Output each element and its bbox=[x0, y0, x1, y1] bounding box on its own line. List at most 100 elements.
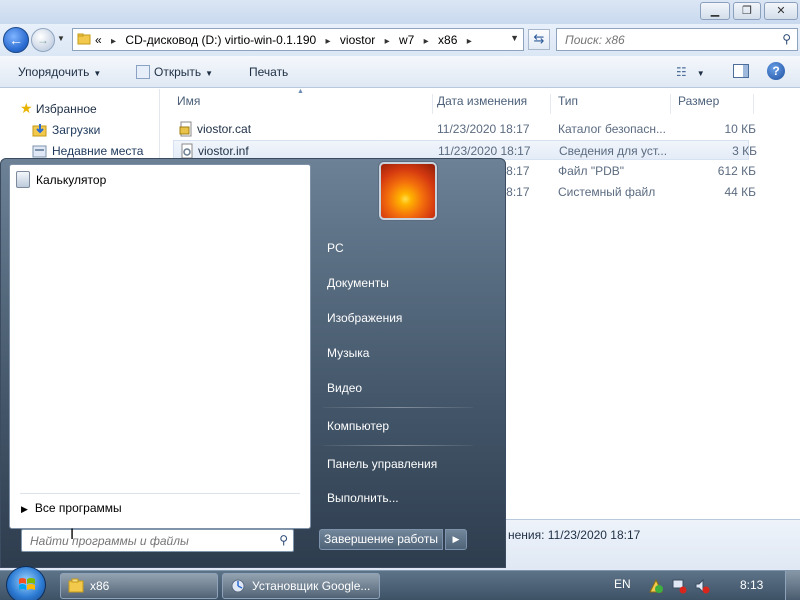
user-picture[interactable] bbox=[379, 162, 437, 220]
table-row[interactable]: viostor.inf 11/23/2020 18:17 Сведения дл… bbox=[173, 140, 757, 160]
start-link-computer[interactable]: Компьютер bbox=[327, 419, 389, 433]
chevron-right-icon[interactable]: ▸ bbox=[326, 36, 331, 47]
folder-icon bbox=[68, 578, 84, 593]
windows-flag-icon bbox=[19, 578, 35, 590]
open-icon bbox=[136, 65, 150, 79]
program-label: Калькулятор bbox=[36, 173, 107, 187]
help-icon[interactable]: ? bbox=[767, 62, 785, 80]
nav-item-recent-places[interactable]: Недавние места bbox=[32, 143, 143, 159]
close-button[interactable]: ✕ bbox=[764, 2, 798, 20]
star-icon: ★ bbox=[20, 100, 33, 116]
column-header-type[interactable]: Тип bbox=[554, 94, 671, 114]
catalog-file-icon bbox=[179, 121, 192, 137]
file-date: 11/23/2020 18:17 bbox=[437, 122, 530, 136]
file-name: viostor.inf bbox=[198, 144, 249, 158]
start-search-box[interactable]: ⚲ bbox=[21, 529, 294, 552]
file-type: Файл "PDB" bbox=[558, 164, 625, 178]
print-button[interactable]: Печать bbox=[249, 65, 288, 79]
table-row[interactable]: viostor.cat 11/23/2020 18:17 Каталог без… bbox=[173, 119, 756, 139]
volume-muted-icon[interactable] bbox=[694, 578, 710, 594]
start-link-control-panel[interactable]: Панель управления bbox=[327, 457, 437, 471]
start-button[interactable] bbox=[6, 566, 46, 600]
start-link-documents[interactable]: Документы bbox=[327, 276, 389, 290]
refresh-button[interactable]: ⇆ bbox=[528, 29, 550, 50]
setup-info-file-icon bbox=[181, 143, 193, 159]
file-size: 612 КБ bbox=[717, 164, 756, 178]
file-date: 11/23/2020 18:17 bbox=[438, 144, 531, 158]
installer-icon bbox=[231, 579, 245, 593]
file-size: 44 КБ bbox=[724, 185, 756, 199]
back-arrow-icon: ← bbox=[9, 32, 23, 48]
triangle-right-icon: ▶ bbox=[21, 504, 28, 514]
column-header-size[interactable]: Размер bbox=[674, 94, 754, 114]
start-menu: Калькулятор ▶ Все программы ⚲ PC Документ… bbox=[0, 158, 506, 568]
chevron-down-icon[interactable]: ▼ bbox=[510, 33, 519, 43]
chevron-right-icon[interactable]: ▸ bbox=[467, 36, 472, 47]
maximize-button[interactable]: ❐ bbox=[733, 2, 761, 20]
show-desktop-button[interactable] bbox=[785, 571, 800, 600]
search-input[interactable] bbox=[565, 30, 775, 49]
file-type: Системный файл bbox=[558, 185, 656, 199]
network-icon[interactable] bbox=[671, 578, 687, 594]
views-icon: ☷ bbox=[676, 65, 687, 79]
minimize-icon: ▁ bbox=[710, 4, 720, 17]
all-programs-label: Все программы bbox=[34, 501, 122, 515]
shutdown-button[interactable]: Завершение работы bbox=[319, 529, 443, 550]
all-programs-button[interactable]: ▶ Все программы bbox=[21, 501, 122, 515]
restore-icon: ❐ bbox=[742, 4, 752, 17]
action-center-icon[interactable] bbox=[648, 578, 664, 594]
start-search-input[interactable] bbox=[30, 531, 270, 550]
column-header-date[interactable]: Дата изменения bbox=[433, 94, 551, 114]
recent-pages-dropdown[interactable]: ▼ bbox=[57, 34, 67, 44]
taskbar-item-explorer[interactable]: x86 bbox=[60, 573, 218, 599]
program-item-calculator[interactable]: Калькулятор bbox=[16, 171, 106, 188]
nav-item-favorites[interactable]: ★ Избранное bbox=[20, 100, 97, 117]
downloads-folder-icon bbox=[32, 124, 47, 137]
start-link-pictures[interactable]: Изображения bbox=[327, 311, 402, 325]
breadcrumb-item[interactable]: viostor bbox=[340, 33, 375, 47]
search-box[interactable]: ⚲ bbox=[556, 28, 798, 51]
taskbar-item-label: x86 bbox=[90, 579, 110, 593]
start-link-video[interactable]: Видео bbox=[327, 381, 362, 395]
search-icon[interactable]: ⚲ bbox=[279, 533, 288, 547]
file-name: viostor.cat bbox=[197, 122, 252, 136]
triangle-right-icon: ▶ bbox=[452, 534, 460, 544]
forward-button[interactable]: → bbox=[31, 28, 55, 52]
address-bar[interactable]: « ▸ CD-дисковод (D:) virtio-win-0.1.190 … bbox=[72, 28, 524, 51]
minimize-button[interactable]: ▁ bbox=[700, 2, 730, 20]
language-indicator[interactable]: EN bbox=[614, 577, 631, 591]
chevron-right-icon[interactable]: ▸ bbox=[385, 36, 390, 47]
print-label: Печать bbox=[249, 65, 289, 79]
organize-button[interactable]: Упорядочить ▼ bbox=[18, 65, 101, 79]
views-button[interactable]: ☷ ▼ bbox=[676, 65, 705, 79]
file-size: 10 КБ bbox=[724, 122, 756, 136]
chevron-down-icon: ▼ bbox=[93, 69, 102, 78]
text-cursor-icon: I bbox=[70, 527, 75, 543]
column-header-name[interactable]: Имя bbox=[173, 94, 433, 114]
clock[interactable]: 8:13 bbox=[740, 578, 763, 592]
chevron-right-icon[interactable]: ▸ bbox=[111, 36, 116, 47]
nav-item-downloads[interactable]: Загрузки bbox=[32, 122, 100, 138]
search-icon[interactable]: ⚲ bbox=[782, 32, 791, 46]
nav-item-label: Избранное bbox=[35, 102, 97, 116]
details-modified-date: нения: 11/23/2020 18:17 bbox=[508, 528, 641, 542]
breadcrumb-overflow[interactable]: « bbox=[95, 33, 102, 47]
command-bar: Упорядочить ▼ Открыть ▼ Печать ☷ ▼ ? bbox=[0, 56, 800, 88]
taskbar: x86 Установщик Google... EN 8:13 bbox=[0, 566, 800, 600]
taskbar-item-installer[interactable]: Установщик Google... bbox=[222, 573, 380, 599]
start-link-pc[interactable]: PC bbox=[327, 241, 344, 255]
open-button[interactable]: Открыть ▼ bbox=[136, 65, 213, 79]
preview-pane-icon[interactable] bbox=[733, 64, 749, 78]
breadcrumb-item[interactable]: w7 bbox=[399, 33, 414, 47]
chevron-right-icon[interactable]: ▸ bbox=[424, 36, 429, 47]
breadcrumb-item[interactable]: x86 bbox=[438, 33, 457, 47]
shutdown-options-button[interactable]: ▶ bbox=[445, 529, 467, 550]
back-button[interactable]: ← bbox=[3, 27, 29, 53]
close-icon: ✕ bbox=[776, 4, 786, 17]
start-link-music[interactable]: Музыка bbox=[327, 346, 369, 360]
breadcrumb: « ▸ CD-дисковод (D:) virtio-win-0.1.190 … bbox=[95, 33, 478, 47]
organize-label: Упорядочить bbox=[18, 65, 90, 79]
breadcrumb-item[interactable]: CD-дисковод (D:) virtio-win-0.1.190 bbox=[125, 33, 316, 47]
start-link-run[interactable]: Выполнить... bbox=[327, 491, 399, 505]
recent-places-icon bbox=[32, 145, 47, 158]
